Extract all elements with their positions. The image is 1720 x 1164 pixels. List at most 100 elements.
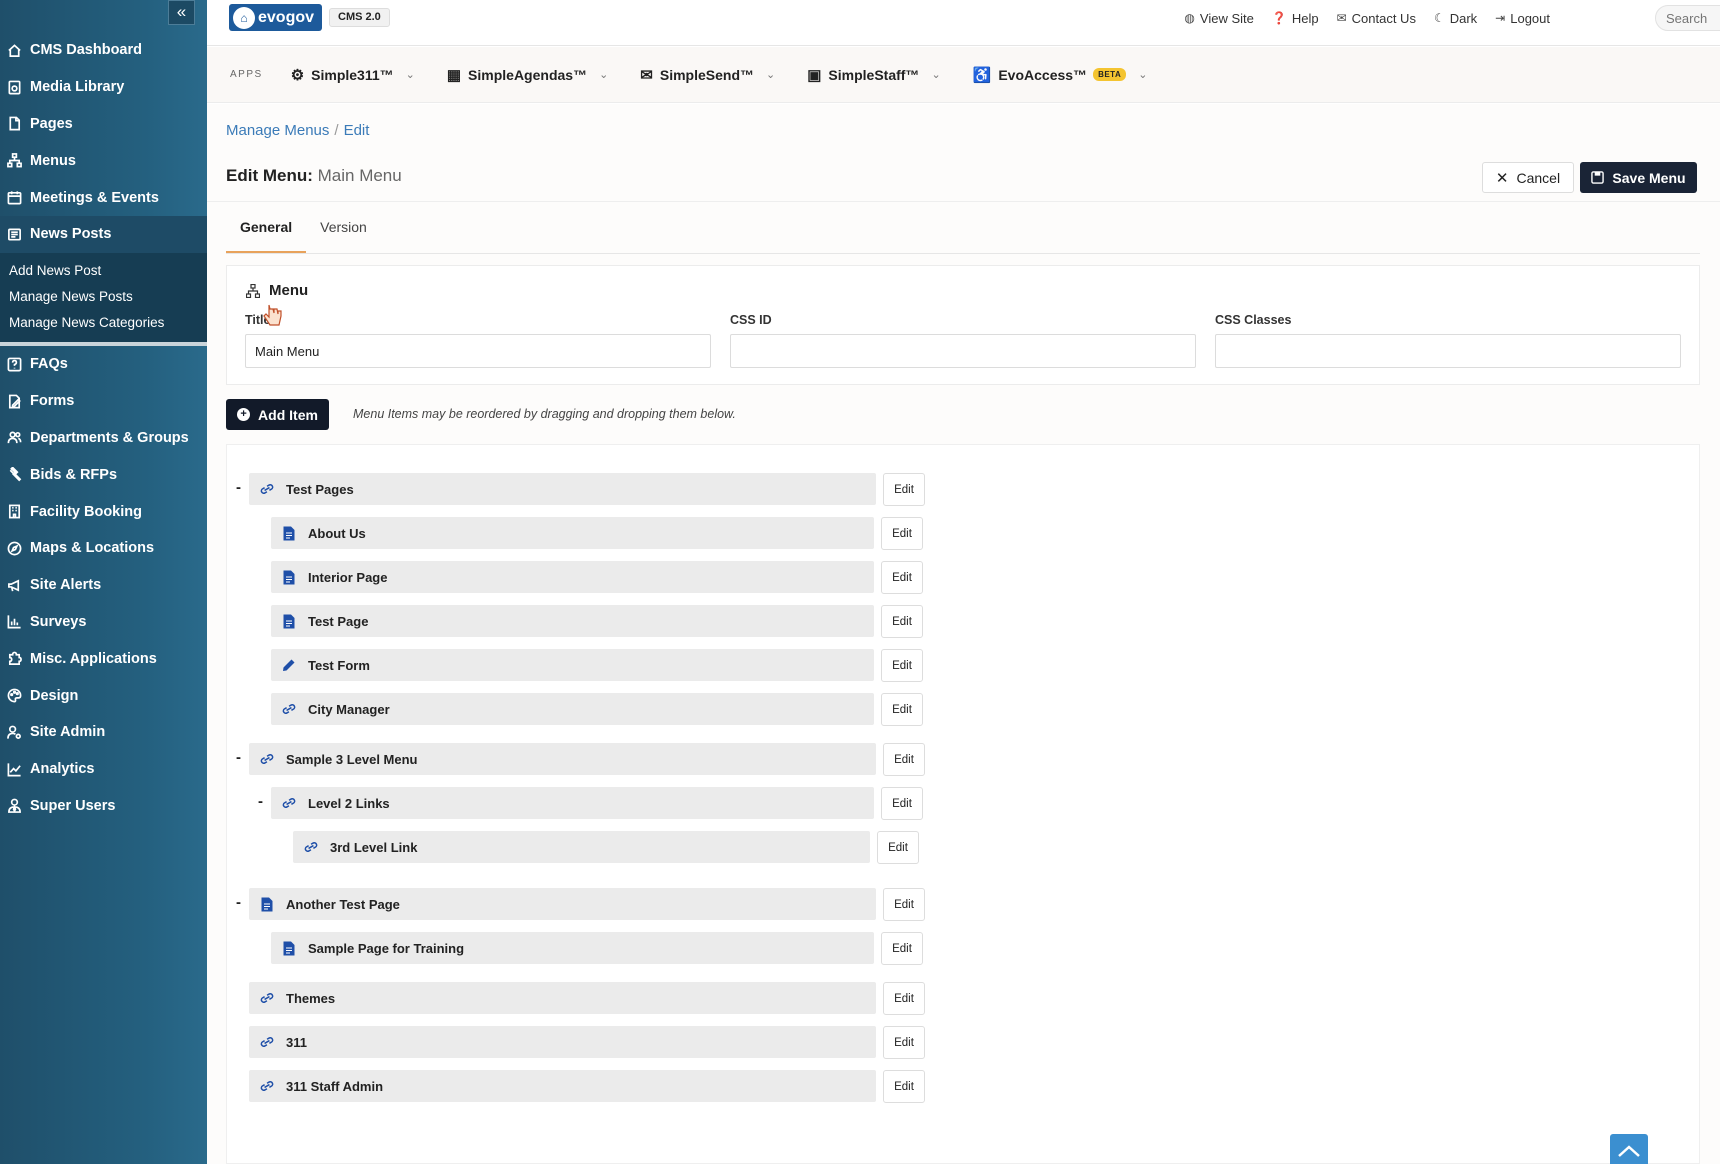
menu-item-handle[interactable]: City Manager (271, 693, 874, 725)
search-input[interactable] (1655, 5, 1720, 31)
edit-menu-item-button[interactable]: Edit (883, 982, 925, 1015)
sidebar-item-site-admin[interactable]: Site Admin (0, 714, 207, 751)
sidebar-subitem-manage-news-posts[interactable]: Manage News Posts (0, 284, 207, 310)
menu-item-label: 311 (286, 1034, 307, 1050)
puzzle-icon (6, 651, 22, 667)
sidebar-item-super-users[interactable]: Super Users (0, 788, 207, 825)
sidebar-item-label: Menus (30, 152, 76, 169)
menu-item-handle[interactable]: Themes (249, 982, 876, 1014)
top-link-logout[interactable]: ⇥ Logout (1495, 11, 1550, 26)
top-link-contact-us[interactable]: ✉ Contact Us (1337, 11, 1416, 26)
top-link-label: Help (1291, 10, 1319, 26)
menu-item-handle[interactable]: About Us (271, 517, 874, 549)
edit-menu-item-button[interactable]: Edit (881, 517, 923, 550)
sidebar-collapse-button[interactable]: « (168, 0, 195, 25)
reorder-hint: Menu Items may be reordered by dragging … (353, 407, 736, 421)
breadcrumb-manage-menus[interactable]: Manage Menus (226, 122, 329, 139)
edit-menu-item-button[interactable]: Edit (883, 888, 925, 921)
edit-menu-item-button[interactable]: Edit (883, 1070, 925, 1103)
sidebar-item-cms-dashboard[interactable]: CMS Dashboard (0, 32, 207, 69)
collapse-toggle[interactable]: - (236, 749, 241, 766)
sidebar-item-pages[interactable]: Pages (0, 106, 207, 143)
capitol-icon: ⌂ (233, 6, 255, 29)
collapse-toggle[interactable]: - (258, 793, 263, 810)
edit-menu-item-button[interactable]: Edit (883, 743, 925, 776)
breadcrumb-edit[interactable]: Edit (344, 122, 370, 139)
save-menu-label: Save Menu (1612, 169, 1686, 186)
scroll-to-top-button[interactable] (1610, 1134, 1648, 1164)
link-icon (303, 839, 319, 855)
css-id-input[interactable] (730, 334, 1196, 368)
sidebar-item-departments-groups[interactable]: Departments & Groups (0, 420, 207, 457)
menu-item-label: Interior Page (308, 569, 388, 585)
sidebar: « CMS Dashboard Media Library Pages Menus Me… (0, 0, 207, 1164)
top-link-help[interactable]: ❓ Help (1272, 11, 1319, 26)
menu-item-handle[interactable]: 311 (249, 1026, 876, 1058)
app-evoaccess[interactable]: ♿ EvoAccess™ BETA ⌄ (973, 66, 1148, 84)
css-classes-input[interactable] (1215, 334, 1681, 368)
edit-menu-item-button[interactable]: Edit (881, 693, 923, 726)
menu-item-handle[interactable]: 311 Staff Admin (249, 1070, 876, 1102)
menu-item-handle[interactable]: Test Page (271, 605, 874, 637)
sidebar-item-media-library[interactable]: Media Library (0, 69, 207, 106)
menu-item-handle[interactable]: Test Pages (249, 473, 876, 505)
menu-item-handle[interactable]: 3rd Level Link (293, 831, 870, 863)
apps-bar: APPS ⚙ Simple311™ ⌄ ▦ SimpleAgendas™ ⌄ ✉ Simple… (207, 47, 1720, 103)
sidebar-item-maps-locations[interactable]: Maps & Locations (0, 530, 207, 567)
app-simplesend[interactable]: ✉ SimpleSend™ ⌄ (640, 66, 775, 84)
sidebar-item-news-posts[interactable]: News Posts (0, 215, 207, 253)
evogov-logo[interactable]: ⌂ evogov (229, 4, 322, 31)
menu-item-label: About Us (308, 525, 366, 541)
sidebar-item-forms[interactable]: Forms (0, 383, 207, 420)
sidebar-item-surveys[interactable]: Surveys (0, 604, 207, 641)
top-bar: ⌂ evogov CMS 2.0 ◍ View Site ❓ Help ✉ Contact … (207, 0, 1720, 46)
chevron-down-icon[interactable]: ⌄ (1138, 68, 1147, 81)
chevron-down-icon[interactable]: ⌄ (599, 68, 608, 81)
menu-item-handle[interactable]: Level 2 Links (271, 787, 874, 819)
sidebar-item-design[interactable]: Design (0, 677, 207, 714)
sidebar-item-menus[interactable]: Menus (0, 142, 207, 179)
menu-item-handle[interactable]: Another Test Page (249, 888, 876, 920)
sidebar-item-faqs[interactable]: FAQs (0, 346, 207, 383)
link-icon (259, 1078, 275, 1094)
chevron-down-icon[interactable]: ⌄ (766, 68, 775, 81)
css-classes-label: CSS Classes (1215, 313, 1292, 327)
menu-item-handle[interactable]: Interior Page (271, 561, 874, 593)
add-item-button[interactable]: + Add Item (226, 399, 329, 430)
top-link-dark[interactable]: ☾ Dark (1434, 11, 1477, 26)
edit-menu-item-button[interactable]: Edit (881, 605, 923, 638)
sidebar-item-bids-rfps[interactable]: Bids & RFPs (0, 456, 207, 493)
sidebar-item-analytics[interactable]: Analytics (0, 751, 207, 788)
sidebar-item-label: Departments & Groups (30, 429, 189, 446)
app-simplestaff[interactable]: ▣ SimpleStaff™ ⌄ (807, 66, 940, 84)
edit-menu-item-button[interactable]: Edit (881, 649, 923, 682)
sidebar-item-misc-applications[interactable]: Misc. Applications (0, 640, 207, 677)
sidebar-item-meetings-events[interactable]: Meetings & Events (0, 179, 207, 216)
app-simpleagendas[interactable]: ▦ SimpleAgendas™ ⌄ (447, 66, 608, 84)
page-title-menu-name: Main Menu (317, 166, 402, 185)
tab-version[interactable]: Version (306, 220, 381, 253)
cancel-button[interactable]: ✕ Cancel (1482, 162, 1574, 193)
edit-menu-item-button[interactable]: Edit (881, 561, 923, 594)
edit-menu-item-button[interactable]: Edit (881, 787, 923, 820)
edit-menu-item-button[interactable]: Edit (883, 1026, 925, 1059)
sidebar-subitem-add-news-post[interactable]: Add News Post (0, 258, 207, 284)
chevron-down-icon[interactable]: ⌄ (931, 68, 940, 81)
menu-item-handle[interactable]: Sample Page for Training (271, 932, 874, 964)
sidebar-item-facility-booking[interactable]: Facility Booking (0, 493, 207, 530)
sidebar-item-site-alerts[interactable]: Site Alerts (0, 567, 207, 604)
collapse-toggle[interactable]: - (236, 894, 241, 911)
app-simple311[interactable]: ⚙ Simple311™ ⌄ (291, 66, 415, 84)
sidebar-subitem-manage-news-categories[interactable]: Manage News Categories (0, 310, 207, 336)
top-link-view-site[interactable]: ◍ View Site (1184, 11, 1253, 26)
menu-item-handle[interactable]: Test Form (271, 649, 874, 681)
edit-menu-item-button[interactable]: Edit (883, 473, 925, 506)
save-menu-button[interactable]: Save Menu (1580, 162, 1697, 193)
collapse-toggle[interactable]: - (236, 479, 241, 496)
tab-general[interactable]: General (226, 220, 307, 253)
menu-item-handle[interactable]: Sample 3 Level Menu (249, 743, 876, 775)
edit-menu-item-button[interactable]: Edit (881, 932, 923, 965)
edit-menu-item-button[interactable]: Edit (877, 831, 919, 864)
chevron-down-icon[interactable]: ⌄ (406, 68, 415, 81)
title-input[interactable] (245, 334, 711, 368)
